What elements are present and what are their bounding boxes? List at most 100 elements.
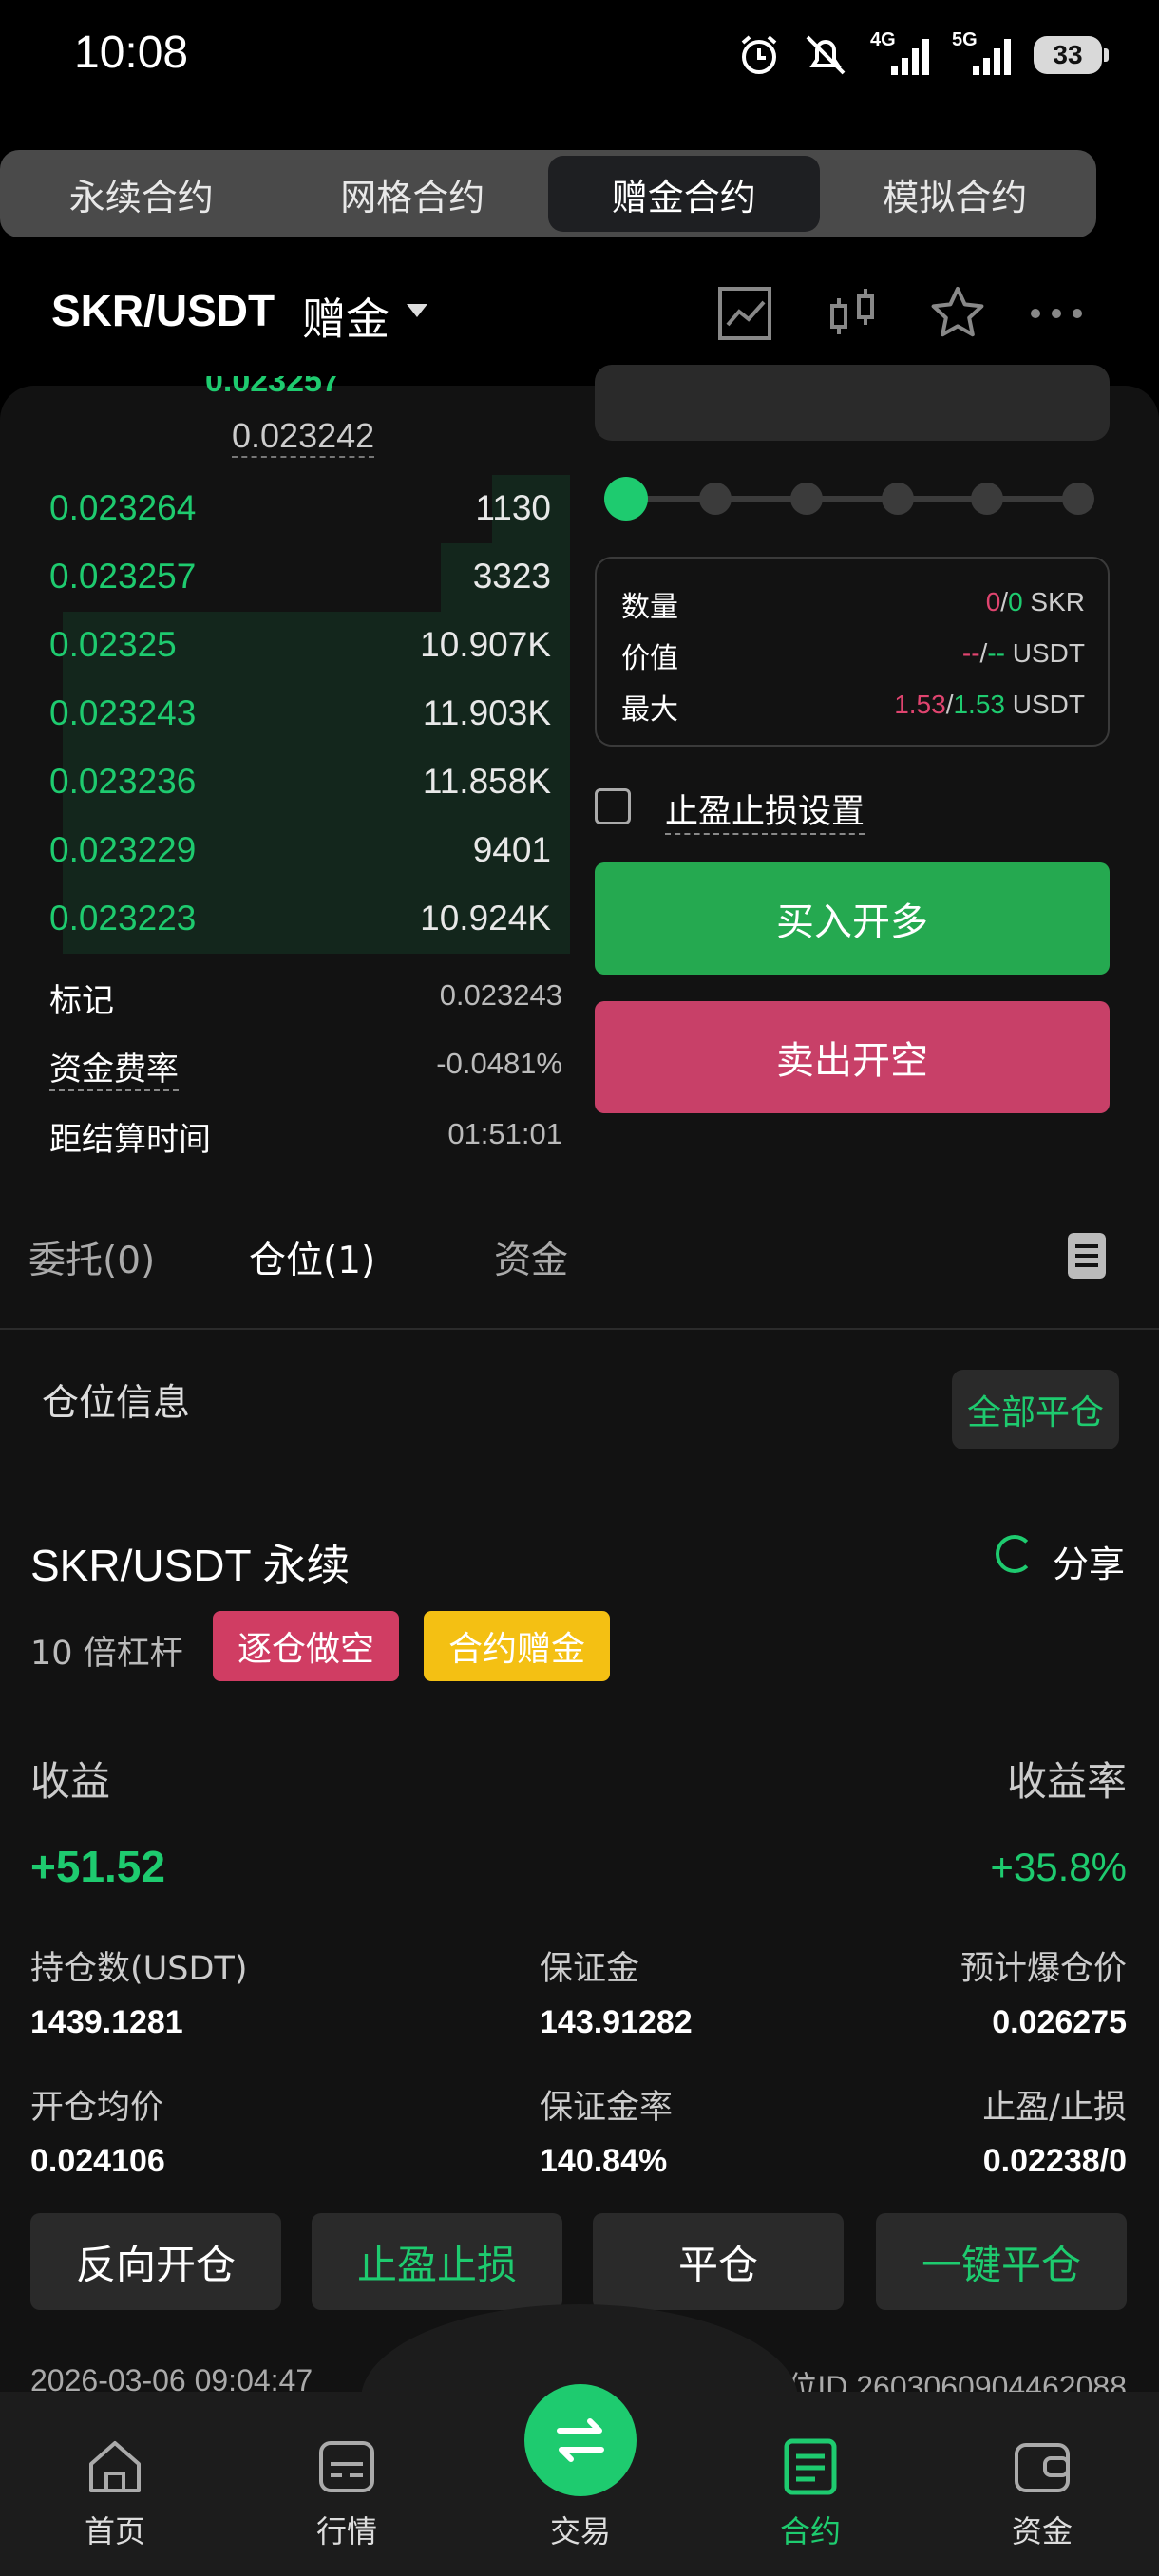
close-all-button[interactable]: 全部平仓 (952, 1370, 1119, 1449)
orderbook-qty: 9401 (472, 830, 551, 869)
pair-suffix[interactable]: 赠金 (302, 285, 390, 348)
wallet-icon[interactable] (1011, 2435, 1074, 2498)
max-v1: 1.53 (894, 690, 946, 719)
bell-off-icon (806, 35, 846, 75)
entry-price-value: 0.024106 (30, 2143, 165, 2179)
more-icon[interactable] (1026, 283, 1087, 344)
alarm-icon (741, 35, 777, 74)
amount-input[interactable] (595, 365, 1110, 441)
tpsl-button[interactable]: 止盈止损 (312, 2213, 562, 2310)
trade-fab-button[interactable] (524, 2384, 636, 2496)
battery-icon: 33 (1034, 36, 1109, 74)
orderbook-row[interactable]: 0.023243 11.903K (0, 680, 570, 748)
qty-v1: 0 (985, 587, 1001, 616)
orderbook-row[interactable]: 0.023223 10.924K (0, 885, 570, 954)
orderbook-qty: 10.907K (420, 625, 551, 664)
tpsl-checkbox[interactable] (595, 788, 631, 824)
orderbook-partial-price: 0.023257 (205, 363, 340, 399)
last-price[interactable]: 0.023242 (232, 416, 375, 458)
swap-icon (557, 2418, 604, 2462)
slider-stop-90[interactable] (971, 483, 1003, 515)
tpsl-settings-label[interactable]: 止盈止损设置 (665, 785, 865, 835)
max-unit: USDT (1012, 690, 1085, 719)
status-time: 10:08 (74, 28, 189, 78)
orderbook-row[interactable]: 0.023236 11.858K (0, 748, 570, 817)
slider-thumb[interactable] (604, 477, 648, 521)
value-label: 价值 (621, 642, 678, 675)
funding-rate-label[interactable]: 资金费率 (49, 1043, 179, 1091)
tpsl-value: 0.02238/0 (982, 2143, 1127, 2179)
document-icon[interactable] (1068, 1233, 1106, 1279)
qty-unit: SKR (1030, 587, 1085, 616)
margin-rate-value: 140.84% (540, 2143, 668, 2179)
liq-price-value: 0.026275 (992, 2004, 1127, 2040)
order-summary: 数量 0/0 SKR 价值 --/-- USDT 最大 1.53/1.53 US… (595, 557, 1110, 747)
one-click-close-button[interactable]: 一键平仓 (876, 2213, 1127, 2310)
tab-perpetual[interactable]: 永续合约 (6, 156, 277, 232)
orderbook-qty: 11.858K (422, 762, 551, 801)
nav-home[interactable]: 首页 (44, 2508, 186, 2551)
tab-demo[interactable]: 模拟合约 (820, 156, 1092, 232)
orderbook-price: 0.023229 (49, 830, 197, 869)
tab-bonus[interactable]: 赠金合约 (548, 156, 820, 232)
reverse-open-button[interactable]: 反向开仓 (30, 2213, 281, 2310)
isolated-short-badge: 逐仓做空 (213, 1611, 399, 1681)
orderbook-qty: 11.903K (422, 693, 551, 732)
candlestick-icon[interactable] (823, 283, 884, 344)
orderbook-qty: 1130 (475, 488, 551, 527)
pnl-label: 收益 (30, 1758, 111, 1805)
close-position-button[interactable]: 平仓 (593, 2213, 844, 2310)
liq-price-label: 预计爆仓价 (960, 1950, 1127, 1988)
slider-stop-100[interactable] (1062, 483, 1094, 515)
tpsl-label: 止盈/止损 (982, 2089, 1127, 2127)
slider-stop-50[interactable] (790, 483, 823, 515)
tab-grid[interactable]: 网格合约 (277, 156, 549, 232)
signal-5g-icon: 5G (952, 29, 1013, 77)
orderbook-price: 0.02325 (49, 625, 177, 664)
chevron-down-icon[interactable] (407, 304, 428, 317)
orderbook-row[interactable]: 0.023257 3323 (0, 543, 570, 612)
max-value: 1.53/1.53 USDT (894, 690, 1085, 720)
chart-icon[interactable] (714, 283, 775, 344)
pair-selector[interactable]: SKR/USDT (51, 285, 275, 336)
nav-trade[interactable]: 交易 (509, 2508, 652, 2551)
max-label: 最大 (621, 693, 678, 727)
leverage-slider-track[interactable] (623, 496, 1079, 502)
share-icon[interactable] (996, 1535, 1034, 1573)
sell-short-button[interactable]: 卖出开空 (595, 1001, 1110, 1113)
pnl-value: +51.52 (30, 1842, 165, 1891)
orderbook-price: 0.023257 (49, 557, 197, 596)
orderbook-price: 0.023223 (49, 899, 197, 938)
orderbook-price: 0.023264 (49, 488, 197, 527)
orderbook-price: 0.023236 (49, 762, 197, 801)
tab-positions[interactable]: 仓位(1) (249, 1231, 375, 1284)
value-value: --/-- USDT (962, 638, 1085, 669)
position-pair: SKR/USDT 永续 (30, 1531, 351, 1594)
tab-orders[interactable]: 委托(0) (28, 1231, 155, 1284)
position-info-title: 仓位信息 (42, 1382, 191, 1425)
settle-time-label: 距结算时间 (49, 1121, 211, 1159)
qty-v2: 0 (1008, 587, 1023, 616)
nav-funds[interactable]: 资金 (971, 2508, 1113, 2551)
buy-long-button[interactable]: 买入开多 (595, 862, 1110, 975)
position-pair-symbol: SKR/USDT (30, 1541, 251, 1590)
tab-funds[interactable]: 资金 (494, 1231, 568, 1284)
market-icon[interactable] (315, 2435, 378, 2498)
orderbook-row[interactable]: 0.023264 1130 (0, 475, 570, 543)
size-value: 1439.1281 (30, 2004, 183, 2040)
orderbook-qty: 3323 (472, 557, 551, 596)
value-unit: USDT (1012, 638, 1085, 668)
orderbook-row[interactable]: 0.02325 10.907K (0, 612, 570, 680)
size-label: 持仓数(USDT) (30, 1950, 248, 1988)
share-button[interactable]: 分享 (1053, 1535, 1125, 1587)
qty-label: 数量 (621, 591, 678, 624)
funding-rate-value: -0.0481% (436, 1047, 562, 1080)
home-icon[interactable] (84, 2435, 146, 2498)
contract-icon[interactable] (779, 2435, 842, 2498)
orderbook-row[interactable]: 0.023229 9401 (0, 817, 570, 885)
slider-stop-75[interactable] (882, 483, 914, 515)
slider-stop-25[interactable] (699, 483, 732, 515)
nav-contract[interactable]: 合约 (739, 2508, 882, 2551)
star-icon[interactable] (927, 283, 988, 344)
nav-market[interactable]: 行情 (276, 2508, 418, 2551)
